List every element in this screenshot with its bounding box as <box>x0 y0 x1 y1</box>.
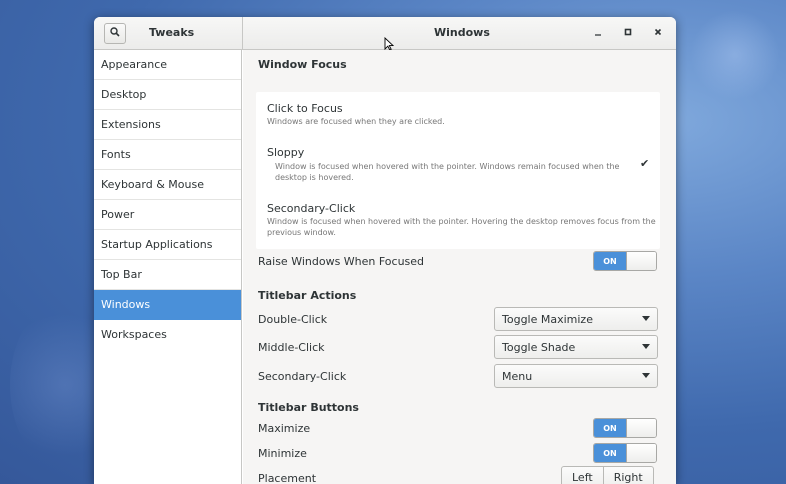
sidebar-item-desktop[interactable]: Desktop <box>94 80 241 110</box>
minimize-switch[interactable]: ON <box>593 443 657 463</box>
window-focus-list: Click to Focus Windows are focused when … <box>256 92 660 249</box>
sidebar-item-label: Top Bar <box>101 268 142 281</box>
sidebar-item-keyboard-mouse[interactable]: Keyboard & Mouse <box>94 170 241 200</box>
double-click-dropdown[interactable]: Toggle Maximize <box>494 307 658 331</box>
sidebar-item-top-bar[interactable]: Top Bar <box>94 260 241 290</box>
sidebar-item-label: Workspaces <box>101 328 167 341</box>
sidebar-item-extensions[interactable]: Extensions <box>94 110 241 140</box>
search-icon <box>110 27 120 40</box>
raise-windows-switch[interactable]: ON <box>593 251 657 271</box>
dropdown-arrow-icon <box>642 344 650 349</box>
placement-toggle: Left Right <box>561 466 654 484</box>
search-button[interactable] <box>104 23 126 44</box>
sidebar-item-appearance[interactable]: Appearance <box>94 50 241 80</box>
switch-knob <box>626 444 656 462</box>
sidebar-item-label: Desktop <box>101 88 147 101</box>
sidebar-item-label: Appearance <box>101 58 168 71</box>
placement-label: Placement <box>258 472 317 484</box>
sidebar-item-windows[interactable]: Windows <box>94 290 241 320</box>
sidebar-item-label: Power <box>101 208 135 221</box>
panel-title: Windows <box>434 26 490 39</box>
option-description: desktop is hovered. <box>275 173 354 182</box>
minimize-button[interactable] <box>591 25 605 39</box>
sidebar-item-startup-applications[interactable]: Startup Applications <box>94 230 241 260</box>
middle-click-label: Middle-Click <box>258 341 325 354</box>
sidebar: Appearance Desktop Extensions Fonts Keyb… <box>94 50 242 484</box>
close-button[interactable] <box>651 25 665 39</box>
option-title: Secondary-Click <box>267 202 356 215</box>
switch-on-label: ON <box>594 252 626 270</box>
maximize-switch[interactable]: ON <box>593 418 657 438</box>
switch-knob <box>626 252 656 270</box>
option-description: Window is focused when hovered with the … <box>267 217 656 226</box>
minimize-icon <box>594 26 602 39</box>
dropdown-value: Toggle Maximize <box>502 313 593 326</box>
switch-on-label: ON <box>594 419 626 437</box>
sidebar-header: Tweaks <box>94 17 243 49</box>
titlebar-buttons-heading: Titlebar Buttons <box>258 401 359 414</box>
minimize-label: Minimize <box>258 447 307 460</box>
sidebar-item-fonts[interactable]: Fonts <box>94 140 241 170</box>
windows-panel: Window Focus Click to Focus Windows are … <box>243 50 676 484</box>
dropdown-value: Menu <box>502 370 533 383</box>
option-description: Windows are focused when they are clicke… <box>267 117 445 126</box>
secondary-click-label: Secondary-Click <box>258 370 347 383</box>
sidebar-item-label: Extensions <box>101 118 161 131</box>
dropdown-arrow-icon <box>642 316 650 321</box>
wallpaper-highlight <box>690 10 780 100</box>
dropdown-value: Toggle Shade <box>502 341 576 354</box>
tweaks-window: Tweaks Windows Appearance Desktop Extens… <box>94 17 676 484</box>
sidebar-item-workspaces[interactable]: Workspaces <box>94 320 241 350</box>
switch-knob <box>626 419 656 437</box>
sidebar-item-label: Windows <box>101 298 151 311</box>
titlebar[interactable]: Tweaks Windows <box>94 17 676 51</box>
secondary-click-dropdown[interactable]: Menu <box>494 364 658 388</box>
sidebar-item-power[interactable]: Power <box>94 200 241 230</box>
placement-left-button[interactable]: Left <box>561 466 604 484</box>
titlebar-actions-heading: Titlebar Actions <box>258 289 357 302</box>
sidebar-item-label: Fonts <box>101 148 131 161</box>
maximize-icon <box>624 26 632 39</box>
maximize-button[interactable] <box>621 25 635 39</box>
window-focus-heading: Window Focus <box>258 58 347 71</box>
sidebar-item-label: Startup Applications <box>101 238 213 251</box>
checkmark-icon: ✔ <box>640 157 650 170</box>
option-description: previous window. <box>267 228 336 237</box>
maximize-label: Maximize <box>258 422 311 435</box>
option-description: Window is focused when hovered with the … <box>275 162 620 171</box>
placement-right-button[interactable]: Right <box>603 466 654 484</box>
raise-windows-label: Raise Windows When Focused <box>258 255 425 268</box>
option-title: Sloppy <box>267 146 305 159</box>
app-title: Tweaks <box>149 26 195 39</box>
close-icon <box>654 26 662 39</box>
option-title: Click to Focus <box>267 102 343 115</box>
sidebar-item-label: Keyboard & Mouse <box>101 178 204 191</box>
switch-on-label: ON <box>594 444 626 462</box>
double-click-label: Double-Click <box>258 313 328 326</box>
dropdown-arrow-icon <box>642 373 650 378</box>
middle-click-dropdown[interactable]: Toggle Shade <box>494 335 658 359</box>
